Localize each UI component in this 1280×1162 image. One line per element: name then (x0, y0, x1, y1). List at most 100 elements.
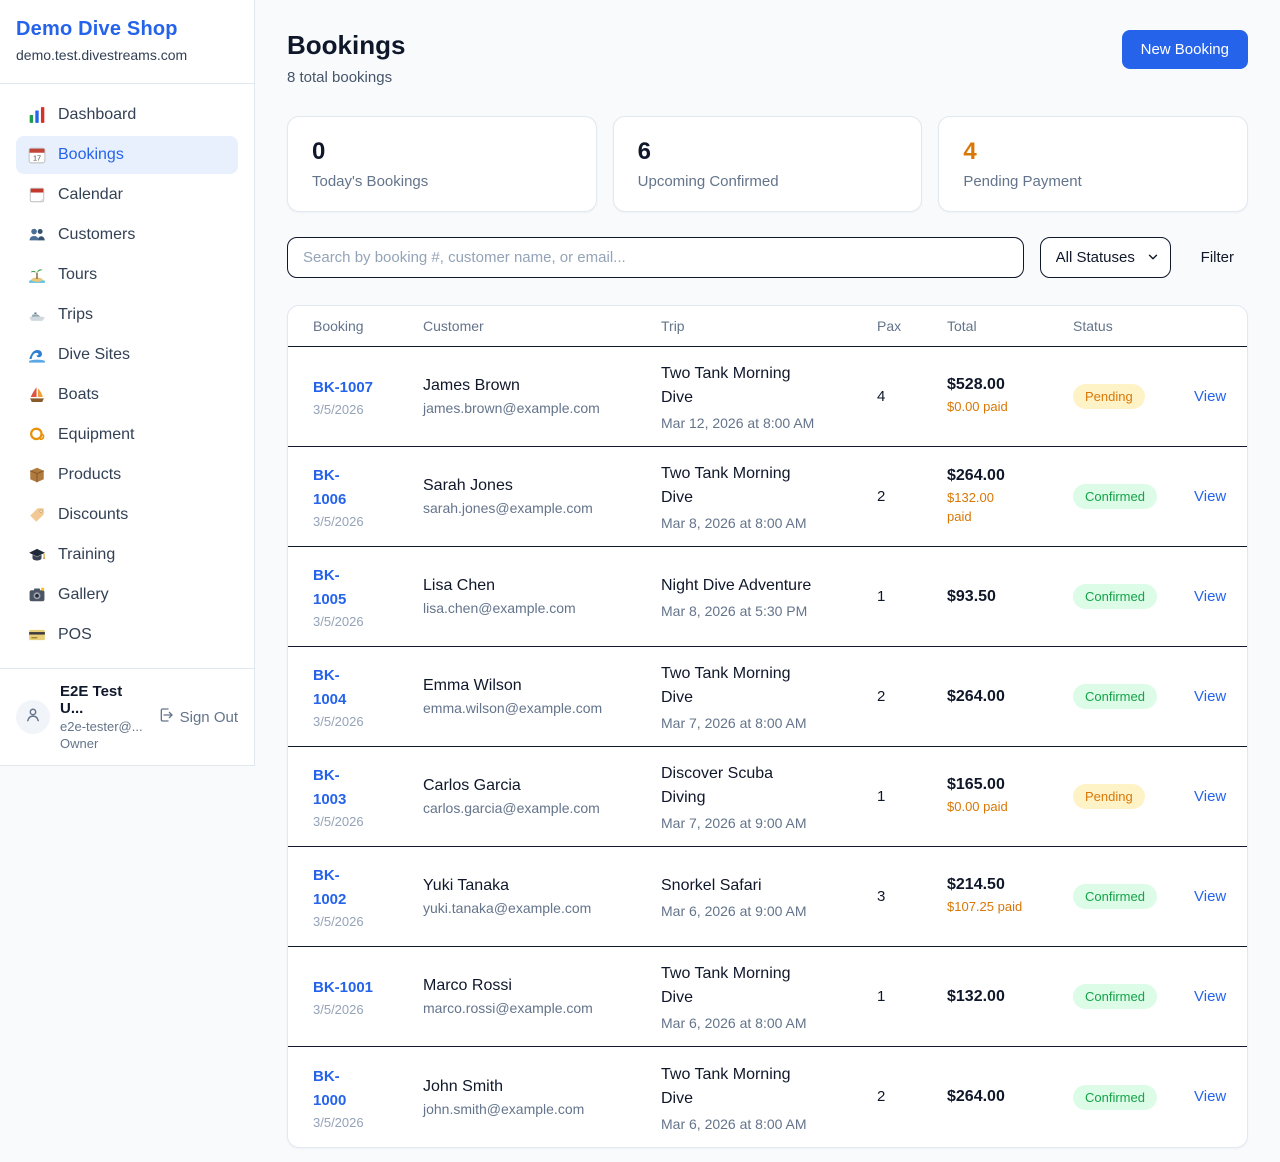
sidebar-item-calendar[interactable]: Calendar (16, 176, 238, 214)
filter-button[interactable]: Filter (1187, 241, 1248, 274)
stat-card: 0 Today's Bookings (287, 116, 597, 212)
sidebar-item-dashboard[interactable]: Dashboard (16, 96, 238, 134)
trip-name: Two Tank Morning Dive (661, 362, 865, 410)
status-badge: Confirmed (1073, 684, 1157, 709)
tours-icon (28, 266, 46, 284)
page-title: Bookings (287, 30, 405, 61)
booking-id-link[interactable]: BK-1007 (313, 376, 373, 400)
main-content: Bookings 8 total bookings New Booking 0 … (255, 0, 1280, 1148)
view-link[interactable]: View (1194, 988, 1226, 1005)
sidebar-item-pos[interactable]: POS (16, 616, 238, 654)
table-row: BK- 1002 3/5/2026 Yuki Tanaka yuki.tanak… (288, 847, 1247, 947)
bookings-icon: 17 (28, 146, 46, 164)
bookings-table: Booking Customer Trip Pax Total Status B… (287, 305, 1248, 1148)
sidebar-item-discounts[interactable]: Discounts (16, 496, 238, 534)
status-badge: Pending (1073, 384, 1145, 409)
dive-sites-icon (28, 346, 46, 364)
equipment-icon (28, 426, 46, 444)
total-amount: $264.00 (947, 1088, 1061, 1106)
trip-datetime: Mar 6, 2026 at 8:00 AM (661, 1116, 865, 1132)
trip-datetime: Mar 8, 2026 at 8:00 AM (661, 515, 865, 531)
customer-name: Yuki Tanaka (423, 877, 649, 895)
sidebar-item-training[interactable]: Training (16, 536, 238, 574)
view-link[interactable]: View (1194, 688, 1226, 705)
customer-email: james.brown@example.com (423, 400, 649, 416)
customer-email: john.smith@example.com (423, 1101, 649, 1117)
new-booking-button[interactable]: New Booking (1122, 30, 1248, 69)
view-link[interactable]: View (1194, 488, 1226, 505)
trip-name: Two Tank Morning Dive (661, 462, 865, 510)
sidebar-item-tours[interactable]: Tours (16, 256, 238, 294)
stat-card: 6 Upcoming Confirmed (613, 116, 923, 212)
table-row: BK-1007 3/5/2026 James Brown james.brown… (288, 347, 1247, 447)
view-link[interactable]: View (1194, 1088, 1226, 1105)
discounts-icon (28, 506, 46, 524)
total-amount: $528.00 (947, 376, 1061, 394)
booking-id-link[interactable]: BK- 1002 (313, 864, 346, 912)
paid-amount: $0.00 paid (947, 798, 1061, 817)
customer-email: emma.wilson@example.com (423, 700, 649, 716)
trip-datetime: Mar 7, 2026 at 9:00 AM (661, 815, 865, 831)
pax-count: 1 (877, 588, 885, 605)
table-row: BK- 1003 3/5/2026 Carlos Garcia carlos.g… (288, 747, 1247, 847)
booking-id-link[interactable]: BK-1001 (313, 976, 373, 1000)
view-link[interactable]: View (1194, 588, 1226, 605)
sidebar: Demo Dive Shop demo.test.divestreams.com… (0, 0, 255, 766)
total-amount: $132.00 (947, 988, 1061, 1006)
customer-name: Lisa Chen (423, 577, 649, 595)
sidebar-item-boats[interactable]: Boats (16, 376, 238, 414)
booking-id-link[interactable]: BK- 1006 (313, 464, 346, 512)
booking-date: 3/5/2026 (313, 402, 411, 417)
status-filter-wrap: All Statuses (1040, 237, 1171, 278)
view-link[interactable]: View (1194, 788, 1226, 805)
search-input[interactable] (287, 237, 1024, 278)
stat-label: Pending Payment (963, 173, 1223, 190)
paid-amount: $0.00 paid (947, 398, 1061, 417)
stat-value: 6 (638, 138, 898, 166)
table-row: BK- 1005 3/5/2026 Lisa Chen lisa.chen@ex… (288, 547, 1247, 647)
avatar (16, 700, 50, 734)
total-amount: $264.00 (947, 688, 1061, 706)
sidebar-nav: Dashboard 17 Bookings Calendar Customers… (0, 84, 254, 668)
controls-row: All Statuses Filter (287, 237, 1248, 278)
sidebar-item-bookings[interactable]: 17 Bookings (16, 136, 238, 174)
booking-date: 3/5/2026 (313, 1115, 411, 1130)
status-badge: Confirmed (1073, 484, 1157, 509)
sidebar-item-customers[interactable]: Customers (16, 216, 238, 254)
svg-text:17: 17 (33, 154, 41, 163)
pax-count: 3 (877, 888, 885, 905)
sign-out-button[interactable]: Sign Out (158, 707, 238, 727)
trip-name: Two Tank Morning Dive (661, 662, 865, 710)
booking-id-link[interactable]: BK- 1000 (313, 1065, 346, 1113)
column-header-booking: Booking (313, 318, 423, 334)
sidebar-item-equipment[interactable]: Equipment (16, 416, 238, 454)
status-badge: Confirmed (1073, 1085, 1157, 1110)
pax-count: 4 (877, 388, 885, 405)
page-subtitle: 8 total bookings (287, 69, 405, 86)
view-link[interactable]: View (1194, 888, 1226, 905)
customer-name: Marco Rossi (423, 977, 649, 995)
sidebar-item-trips[interactable]: Trips (16, 296, 238, 334)
column-header-status: Status (1073, 318, 1194, 334)
booking-date: 3/5/2026 (313, 814, 411, 829)
column-header-pax: Pax (877, 318, 947, 334)
status-badge: Pending (1073, 784, 1145, 809)
sidebar-item-dive-sites[interactable]: Dive Sites (16, 336, 238, 374)
booking-id-link[interactable]: BK- 1003 (313, 764, 346, 812)
booking-date: 3/5/2026 (313, 714, 411, 729)
column-header-customer: Customer (423, 318, 661, 334)
user-icon (24, 706, 42, 729)
status-filter-select[interactable]: All Statuses (1040, 237, 1171, 278)
sidebar-item-gallery[interactable]: Gallery (16, 576, 238, 614)
view-link[interactable]: View (1194, 388, 1226, 405)
app-title: Demo Dive Shop (16, 18, 238, 41)
trip-name: Discover Scuba Diving (661, 762, 865, 810)
booking-id-link[interactable]: BK- 1004 (313, 664, 346, 712)
sidebar-item-products[interactable]: Products (16, 456, 238, 494)
pax-count: 1 (877, 988, 885, 1005)
status-badge: Confirmed (1073, 584, 1157, 609)
user-email: e2e-tester@... (60, 719, 148, 734)
booking-id-link[interactable]: BK- 1005 (313, 564, 346, 612)
pax-count: 2 (877, 688, 885, 705)
sign-out-label: Sign Out (180, 709, 238, 726)
